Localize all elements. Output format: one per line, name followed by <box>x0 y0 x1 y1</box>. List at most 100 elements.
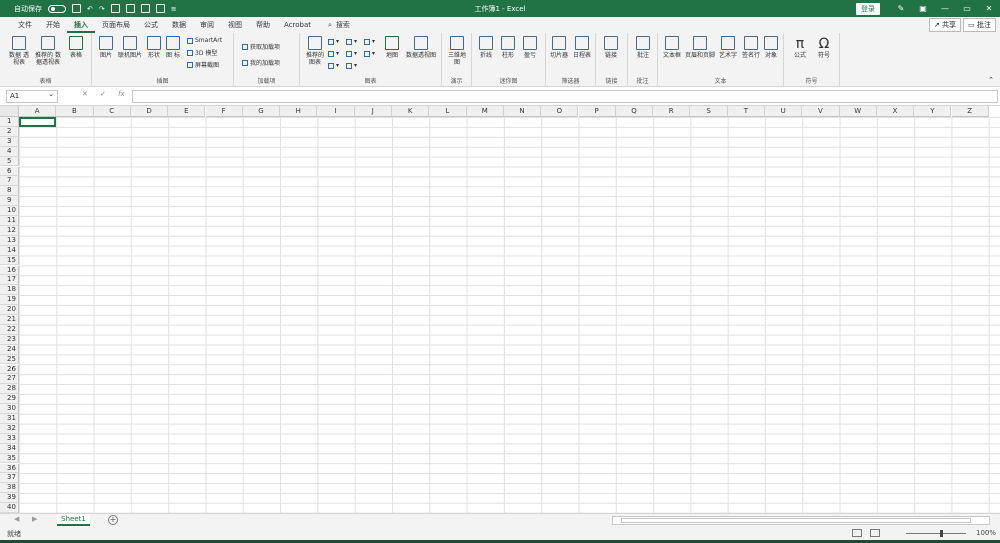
row-header[interactable]: 19 <box>0 295 19 306</box>
column-header[interactable]: D <box>130 106 169 117</box>
insert-function-icon[interactable]: fx <box>118 90 125 98</box>
wordart-button[interactable]: 艺术字 <box>717 36 739 59</box>
zoom-level[interactable]: 100% <box>976 529 996 537</box>
enter-icon[interactable]: ✓ <box>100 90 106 98</box>
tab-insert[interactable]: 插入 <box>67 17 95 33</box>
row-header[interactable]: 24 <box>0 344 19 355</box>
smartart-button[interactable]: SmartArt <box>187 37 222 44</box>
row-header[interactable]: 21 <box>0 315 19 325</box>
timeline-button[interactable]: 日程表 <box>571 36 593 59</box>
tab-formulas[interactable]: 公式 <box>137 17 165 33</box>
picture-button[interactable]: 图片 <box>97 36 115 59</box>
tab-acrobat[interactable]: Acrobat <box>277 17 318 33</box>
area-chart-icon[interactable]: ▾ <box>346 50 357 57</box>
zoom-thumb[interactable] <box>940 530 943 537</box>
column-header[interactable]: K <box>392 106 430 117</box>
restore-button[interactable]: ▭ <box>956 4 978 13</box>
row-header[interactable]: 5 <box>0 156 19 167</box>
sparkline-column-button[interactable]: 柱形 <box>500 36 516 59</box>
row-header[interactable]: 23 <box>0 334 19 345</box>
print-preview-icon[interactable] <box>155 4 165 13</box>
tab-page-layout[interactable]: 页面布局 <box>95 17 137 33</box>
screenshot-button[interactable]: 屏幕截图 <box>187 60 219 69</box>
column-header[interactable]: N <box>503 106 542 117</box>
normal-view-icon[interactable] <box>852 529 862 537</box>
tab-data[interactable]: 数据 <box>165 17 193 33</box>
open-file-icon[interactable] <box>125 4 135 13</box>
row-header[interactable]: 14 <box>0 245 19 256</box>
active-cell[interactable] <box>19 117 56 127</box>
line-chart-icon[interactable]: ▾ <box>328 50 339 57</box>
row-header[interactable]: 30 <box>0 404 19 414</box>
redo-icon[interactable]: ↷ <box>99 5 105 13</box>
row-header[interactable]: 31 <box>0 414 19 424</box>
sparkline-line-button[interactable]: 折线 <box>478 36 494 59</box>
column-header[interactable]: I <box>317 106 355 117</box>
object-button[interactable]: 对象 <box>762 36 780 59</box>
column-header[interactable]: L <box>429 106 467 117</box>
comments-button[interactable]: ▭ 批注 <box>963 18 996 32</box>
insert-comment-button[interactable]: 批注 <box>634 36 652 59</box>
signature-button[interactable]: 签名行 <box>740 36 762 59</box>
row-header[interactable]: 10 <box>0 206 19 216</box>
row-header[interactable]: 7 <box>0 176 19 187</box>
prev-sheet-icon[interactable]: ◀ <box>14 515 19 523</box>
row-header[interactable]: 2 <box>0 126 19 137</box>
ribbon-display-icon[interactable]: ▣ <box>912 4 934 13</box>
column-header[interactable]: W <box>839 106 877 117</box>
tab-view[interactable]: 视图 <box>221 17 249 33</box>
row-header[interactable]: 32 <box>0 423 19 434</box>
row-header[interactable]: 27 <box>0 374 19 385</box>
next-sheet-icon[interactable]: ▶ <box>32 515 37 523</box>
map-chart-button[interactable]: 地图 <box>384 36 400 59</box>
column-header[interactable]: H <box>280 106 318 117</box>
get-addins-button[interactable]: 获取加载项 <box>242 42 280 51</box>
search-box[interactable]: ⌕ 搜索 <box>328 20 350 30</box>
row-header[interactable]: 13 <box>0 235 19 246</box>
sheet-tab[interactable]: Sheet1 <box>57 514 90 526</box>
column-header[interactable]: X <box>876 106 915 117</box>
column-header[interactable]: G <box>242 106 281 117</box>
save-icon[interactable] <box>72 4 81 13</box>
column-header[interactable]: O <box>541 106 579 117</box>
login-button[interactable]: 登录 <box>856 2 880 15</box>
column-header[interactable]: Y <box>914 106 952 117</box>
row-header[interactable]: 12 <box>0 225 19 236</box>
shapes-button[interactable]: 形状 <box>146 36 162 59</box>
pivot-chart-button[interactable]: 数据透视图 <box>404 36 438 59</box>
column-chart-icon[interactable]: ▾ <box>328 38 339 45</box>
online-picture-button[interactable]: 联机图片 <box>116 36 144 59</box>
column-header[interactable]: R <box>653 106 691 117</box>
close-button[interactable]: ✕ <box>978 4 1000 13</box>
row-header[interactable]: 20 <box>0 305 19 315</box>
column-header[interactable]: C <box>93 106 131 117</box>
formula-input[interactable] <box>132 90 998 103</box>
sparkline-winloss-button[interactable]: 盈亏 <box>522 36 538 59</box>
tab-file[interactable]: 文件 <box>11 17 39 33</box>
row-header[interactable]: 22 <box>0 324 19 335</box>
row-header[interactable]: 4 <box>0 146 19 157</box>
row-header[interactable]: 35 <box>0 453 19 464</box>
row-header[interactable]: 6 <box>0 166 19 177</box>
column-header[interactable]: T <box>727 106 765 117</box>
column-header[interactable]: M <box>466 106 504 117</box>
header-footer-button[interactable]: 页眉和页脚 <box>684 36 716 59</box>
customize-toolbar-icon[interactable]: ≡ <box>171 5 177 13</box>
scroll-thumb[interactable] <box>621 518 971 523</box>
scatter-chart-icon[interactable]: ▾ <box>346 62 357 69</box>
undo-icon[interactable]: ↶ <box>87 5 93 13</box>
model3d-button[interactable]: 3D 模型 <box>187 48 217 57</box>
recommended-pivot-button[interactable]: 推荐的 数据透视表 <box>33 36 63 66</box>
row-header[interactable]: 28 <box>0 384 19 395</box>
name-box[interactable]: A1 <box>6 89 58 103</box>
pivot-table-button[interactable]: 数据 透视表 <box>8 36 30 66</box>
page-layout-view-icon[interactable] <box>870 529 880 537</box>
row-header[interactable]: 9 <box>0 196 19 207</box>
row-header[interactable]: 34 <box>0 443 19 454</box>
column-header[interactable]: E <box>168 106 206 117</box>
pie-chart-icon[interactable]: ▾ <box>328 62 339 69</box>
column-header[interactable]: Z <box>951 106 989 117</box>
row-header[interactable]: 36 <box>0 463 19 474</box>
column-header[interactable]: A <box>19 106 57 117</box>
new-file-icon[interactable] <box>110 4 120 13</box>
